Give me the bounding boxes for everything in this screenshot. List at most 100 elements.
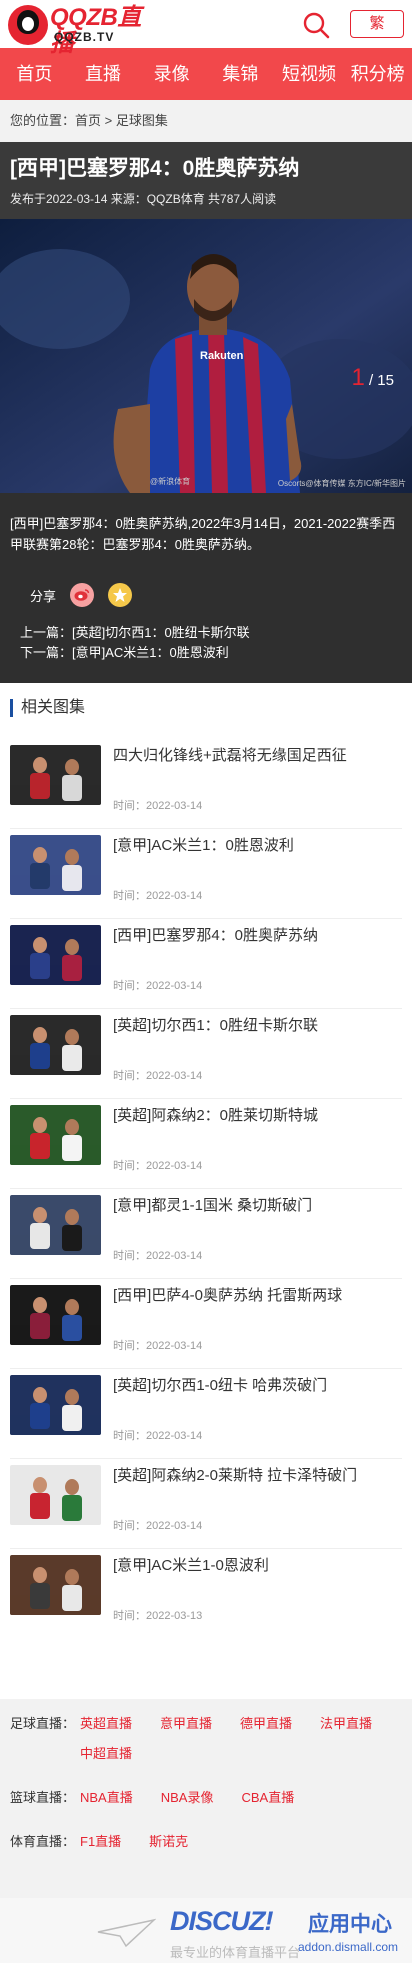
related-thumbnail[interactable]: [10, 835, 101, 895]
discuz-app-center: 应用中心: [308, 1913, 392, 1936]
photo-credit: Oscorts@体育传媒 东方IC/新华图片: [277, 479, 406, 488]
article-description: [西甲]巴塞罗那4：0胜奥萨苏纳,2022年3月14日，2021-2022赛季西…: [10, 516, 396, 552]
photo-weibo-watermark: @新浪体育: [150, 477, 191, 486]
related-time: 时间：2022-03-14: [113, 1160, 203, 1172]
gallery-counter-total: / 15: [368, 372, 394, 389]
related-thumbnail[interactable]: [10, 1285, 101, 1345]
related-time: 时间：2022-03-14: [113, 1250, 203, 1262]
article-header: [西甲]巴塞罗那4：0胜奥萨苏纳 发布于2022-03-14 来源：QQZB体育…: [0, 142, 412, 219]
nav-item[interactable]: 积分榜: [343, 48, 412, 100]
footer-link[interactable]: F1直播: [80, 1827, 121, 1857]
related-time: 时间：2022-03-13: [113, 1610, 203, 1622]
related-title[interactable]: [英超]阿森纳2-0莱斯特 拉卡泽特破门: [113, 1465, 361, 1505]
article-meta: 发布于2022-03-14 来源：QQZB体育 共787人阅读: [10, 192, 277, 206]
related-text: 四大归化锋线+武磊将无缘国足西征时间：2022-03-14: [101, 739, 361, 828]
related-title[interactable]: [西甲]巴塞罗那4：0胜奥萨苏纳: [113, 925, 361, 965]
related-item[interactable]: [意甲]AC米兰1：0胜恩波利时间：2022-03-14: [10, 829, 402, 919]
footer-link[interactable]: 德甲直播: [240, 1709, 292, 1739]
related-title[interactable]: [英超]切尔西1-0纽卡 哈弗茨破门: [113, 1375, 361, 1415]
related-thumbnail[interactable]: [10, 1375, 101, 1435]
site-header: QQZB直播 QQZB.TV 繁: [0, 0, 412, 57]
related-time: 时间：2022-03-14: [113, 1430, 203, 1442]
penguin-logo-icon: [8, 5, 48, 45]
related-item[interactable]: [英超]切尔西1：0胜纽卡斯尔联时间：2022-03-14: [10, 1009, 402, 1099]
related-thumbnail[interactable]: [10, 745, 101, 805]
footer-link[interactable]: NBA录像: [161, 1783, 214, 1813]
footer-link[interactable]: CBA直播: [241, 1783, 294, 1813]
related-time: 时间：2022-03-14: [113, 980, 203, 992]
gallery-counter: 1 / 15: [351, 364, 394, 392]
footer-link[interactable]: 法甲直播: [320, 1709, 372, 1739]
related-item[interactable]: [西甲]巴萨4-0奥萨苏纳 托雷斯两球时间：2022-03-14: [10, 1279, 402, 1369]
related-thumbnail[interactable]: [10, 925, 101, 985]
prev-article-link[interactable]: 上一篇：[英超]切尔西1：0胜纽卡斯尔联: [20, 623, 412, 643]
related-text: [英超]阿森纳2-0莱斯特 拉卡泽特破门时间：2022-03-14: [101, 1459, 361, 1548]
related-thumbnail[interactable]: [10, 1555, 101, 1615]
related-item[interactable]: [西甲]巴塞罗那4：0胜奥萨苏纳时间：2022-03-14: [10, 919, 402, 1009]
discuz-logo: DISCUZ!: [170, 1906, 273, 1936]
site-slogan: 最专业的体育直播平台: [170, 1945, 301, 1960]
related-thumbnail[interactable]: [10, 1105, 101, 1165]
related-item[interactable]: [英超]阿森纳2-0莱斯特 拉卡泽特破门时间：2022-03-14: [10, 1459, 402, 1549]
related-text: [意甲]AC米兰1：0胜恩波利时间：2022-03-14: [101, 829, 361, 918]
related-title[interactable]: 四大归化锋线+武磊将无缘国足西征: [113, 745, 361, 785]
basketball-links-row: 篮球直播： NBA直播 NBA录像 CBA直播: [10, 1783, 402, 1813]
related-text: [英超]切尔西1-0纽卡 哈弗茨破门时间：2022-03-14: [101, 1369, 361, 1458]
related-time: 时间：2022-03-14: [113, 890, 203, 902]
related-text: [英超]阿森纳2：0胜莱切斯特城时间：2022-03-14: [101, 1099, 361, 1188]
related-section-title: 相关图集: [10, 699, 402, 717]
svg-text:Rakuten: Rakuten: [200, 350, 244, 362]
article-title: [西甲]巴塞罗那4：0胜奥萨苏纳: [10, 157, 300, 180]
sports-links: F1直播 斯诺克: [80, 1827, 216, 1857]
basketball-links: NBA直播 NBA录像 CBA直播: [80, 1783, 322, 1813]
sports-label: 体育直播：: [10, 1834, 76, 1849]
related-title[interactable]: [英超]阿森纳2：0胜莱切斯特城: [113, 1105, 361, 1145]
footer-link[interactable]: 英超直播: [80, 1709, 132, 1739]
related-thumbnail[interactable]: [10, 1195, 101, 1255]
related-text: [西甲]巴塞罗那4：0胜奥萨苏纳时间：2022-03-14: [101, 919, 361, 1008]
related-time: 时间：2022-03-14: [113, 1340, 203, 1352]
gallery-counter-current: 1: [351, 364, 365, 391]
footer-link[interactable]: NBA直播: [80, 1783, 133, 1813]
sports-links-row: 体育直播： F1直播 斯诺克: [10, 1827, 402, 1857]
related-title[interactable]: [意甲]AC米兰1-0恩波利: [113, 1555, 361, 1595]
weibo-share-icon[interactable]: [70, 583, 95, 607]
related-list: 四大归化锋线+武磊将无缘国足西征 时间：2022-03-14 [意甲]AC米兰1：0…: [10, 739, 402, 1639]
breadcrumb: 您的位置：首页 > 足球图集: [0, 100, 412, 142]
related-time: 时间：2022-03-14: [113, 800, 203, 812]
next-article-link[interactable]: 下一篇：[意甲]AC米兰1：0胜恩波利: [20, 643, 412, 663]
qzone-share-icon[interactable]: [108, 583, 133, 607]
related-item[interactable]: [意甲]AC米兰1-0恩波利时间：2022-03-13: [10, 1549, 402, 1639]
search-icon[interactable]: [302, 11, 330, 39]
discuz-url: addon.dismall.com: [298, 1940, 399, 1954]
basketball-label: 篮球直播：: [10, 1790, 76, 1805]
football-label: 足球直播：: [10, 1716, 76, 1731]
discuz-watermark: DISCUZ! 应用中心 最专业的体育直播平台 addon.dismall.co…: [0, 1898, 412, 1963]
related-title[interactable]: [英超]切尔西1：0胜纽卡斯尔联: [113, 1015, 361, 1055]
related-thumbnail[interactable]: [10, 1465, 101, 1525]
share-bar: 分享: [0, 555, 412, 615]
related-text: [西甲]巴萨4-0奥萨苏纳 托雷斯两球时间：2022-03-14: [101, 1279, 361, 1368]
prev-next-links: 上一篇：[英超]切尔西1：0胜纽卡斯尔联 下一篇：[意甲]AC米兰1：0胜恩波利: [0, 615, 412, 683]
related-item[interactable]: [英超]阿森纳2：0胜莱切斯特城时间：2022-03-14: [10, 1099, 402, 1189]
footer-link[interactable]: 斯诺克: [149, 1827, 188, 1857]
related-title[interactable]: [意甲]AC米兰1：0胜恩波利: [113, 835, 361, 875]
nav-item[interactable]: 短视频: [275, 48, 344, 100]
related-item[interactable]: [意甲]都灵1-1国米 桑切斯破门时间：2022-03-14: [10, 1189, 402, 1279]
footer-link[interactable]: 中超直播: [80, 1739, 132, 1769]
related-galleries: 相关图集 四大归化锋线+武磊将无缘国足西征 时间：2022-03-14 [意甲]AC…: [0, 683, 412, 1699]
gallery-photo[interactable]: Rakuten 1 / 15 @新浪体育 Oscorts@体育传媒 东方IC/新…: [0, 219, 412, 493]
related-thumbnail[interactable]: [10, 1015, 101, 1075]
related-item[interactable]: [英超]切尔西1-0纽卡 哈弗茨破门时间：2022-03-14: [10, 1369, 402, 1459]
nav-item[interactable]: 集锦: [206, 48, 275, 100]
footer-link[interactable]: 意甲直播: [160, 1709, 212, 1739]
related-item[interactable]: 四大归化锋线+武磊将无缘国足西征时间：2022-03-14: [10, 739, 402, 829]
footer-links: 足球直播： 英超直播 意甲直播 德甲直播 法甲直播 中超直播 篮球直播： NBA直播 NB…: [0, 1699, 412, 1857]
language-toggle-button[interactable]: 繁: [350, 10, 404, 38]
related-time: 时间：2022-03-14: [113, 1520, 203, 1532]
site-logo[interactable]: QQZB直播 QQZB.TV: [8, 5, 158, 57]
related-time: 时间：2022-03-14: [113, 1070, 203, 1082]
related-title[interactable]: [意甲]都灵1-1国米 桑切斯破门: [113, 1195, 361, 1235]
related-title[interactable]: [西甲]巴萨4-0奥萨苏纳 托雷斯两球: [113, 1285, 361, 1325]
paper-plane-icon: [96, 1918, 157, 1948]
